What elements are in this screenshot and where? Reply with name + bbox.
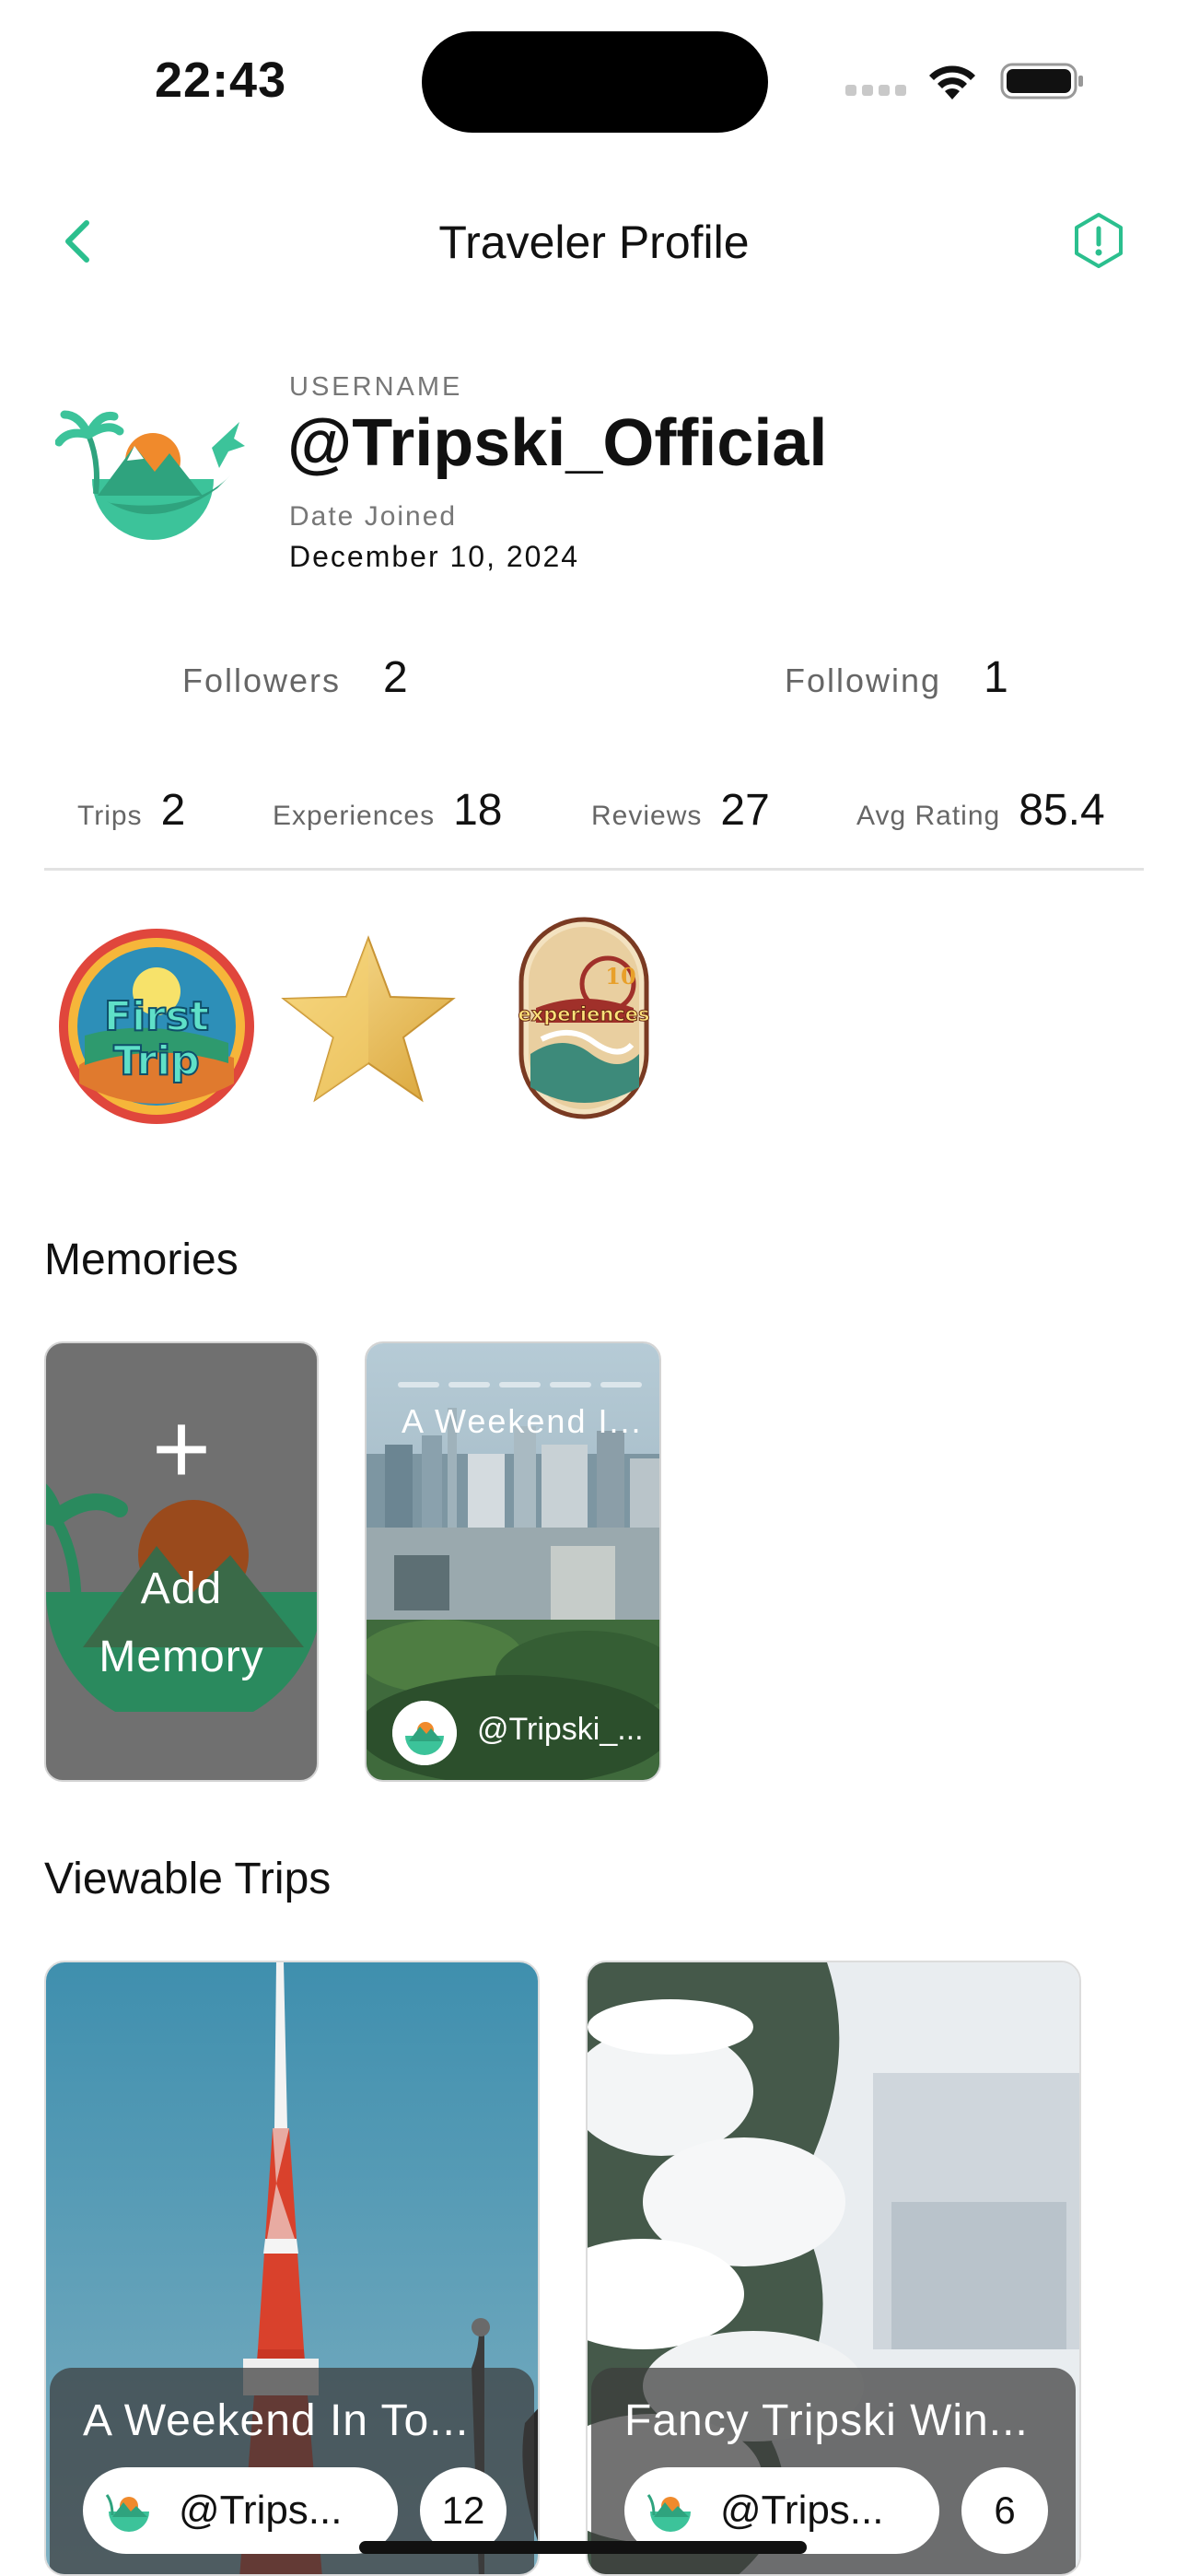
trips-count: 2 bbox=[160, 786, 186, 835]
reviews-stat: Reviews 27 bbox=[591, 785, 770, 836]
svg-text:First: First bbox=[104, 993, 209, 1040]
reviews-count: 27 bbox=[720, 786, 770, 835]
divider bbox=[44, 868, 1144, 871]
avatar bbox=[55, 410, 245, 540]
trips-stat: Trips 2 bbox=[77, 785, 185, 836]
trip-user-name: @Trips... bbox=[720, 2488, 884, 2533]
followers-label: Followers bbox=[182, 662, 342, 699]
status-time: 22:43 bbox=[155, 53, 287, 108]
following-count: 1 bbox=[984, 653, 1008, 702]
memory-card[interactable]: A Weekend I... @Tripski_... bbox=[365, 1341, 661, 1782]
memory-title: A Weekend I... bbox=[402, 1402, 643, 1440]
experiences-count: 18 bbox=[453, 786, 503, 835]
memory-avatar bbox=[392, 1701, 457, 1765]
user-avatar-icon bbox=[105, 2494, 149, 2532]
following-label: Following bbox=[785, 662, 942, 699]
add-memory-label: Add Memory bbox=[99, 1564, 264, 1681]
avg-rating-label: Avg Rating bbox=[856, 801, 1001, 831]
avg-rating-value: 85.4 bbox=[1019, 786, 1105, 835]
trip-title: Fancy Tripski Win... bbox=[624, 2396, 1029, 2445]
star-badge[interactable] bbox=[280, 934, 457, 1104]
trip-user-pill[interactable]: @Trips... bbox=[83, 2467, 398, 2554]
date-joined: December 10, 2024 bbox=[289, 540, 580, 573]
add-icon: + bbox=[151, 1392, 212, 1505]
experiences-stat: Experiences 18 bbox=[273, 785, 502, 836]
avg-rating-stat: Avg Rating 85.4 bbox=[856, 785, 1105, 836]
viewable-trips-title: Viewable Trips bbox=[44, 1855, 332, 1903]
story-progress bbox=[398, 1382, 642, 1388]
svg-text:10: 10 bbox=[605, 963, 635, 989]
username-label: USERNAME bbox=[289, 372, 463, 402]
followers-count: 2 bbox=[383, 653, 408, 702]
ten-experiences-badge[interactable]: 10 experiences bbox=[518, 916, 650, 1120]
following-stat[interactable]: Following 1 bbox=[785, 652, 1008, 703]
page-title: Traveler Profile bbox=[438, 217, 750, 268]
first-trip-badge[interactable]: First Trip bbox=[57, 927, 256, 1126]
trip-card[interactable]: Fancy Tripski Win... @Trips... 6 bbox=[586, 1961, 1081, 2576]
memories-title: Memories bbox=[44, 1235, 239, 1284]
trip-card[interactable]: A Weekend In To... @Trips... 12 bbox=[44, 1961, 540, 2576]
date-joined-label: Date Joined bbox=[289, 501, 458, 532]
trip-count-badge: 6 bbox=[961, 2467, 1048, 2554]
cellular-signal-icon bbox=[845, 85, 906, 96]
home-indicator bbox=[359, 2541, 807, 2554]
user-avatar-icon bbox=[646, 2494, 691, 2532]
wifi-icon bbox=[929, 65, 975, 100]
memory-user: @Tripski_... bbox=[477, 1712, 644, 1747]
trip-user-name: @Trips... bbox=[179, 2488, 343, 2533]
experiences-label: Experiences bbox=[273, 801, 436, 831]
report-button[interactable] bbox=[1068, 210, 1129, 271]
battery-icon bbox=[1000, 63, 1083, 100]
username: @Tripski_Official bbox=[287, 406, 828, 480]
svg-text:Trip: Trip bbox=[113, 1037, 199, 1084]
trip-title: A Weekend In To... bbox=[83, 2396, 470, 2445]
add-memory-button[interactable]: + Add Memory bbox=[44, 1341, 319, 1782]
followers-stat[interactable]: Followers 2 bbox=[182, 652, 408, 703]
svg-text:experiences: experiences bbox=[518, 1003, 649, 1025]
trips-label: Trips bbox=[77, 801, 143, 831]
dynamic-island bbox=[422, 31, 768, 133]
reviews-label: Reviews bbox=[591, 801, 703, 831]
